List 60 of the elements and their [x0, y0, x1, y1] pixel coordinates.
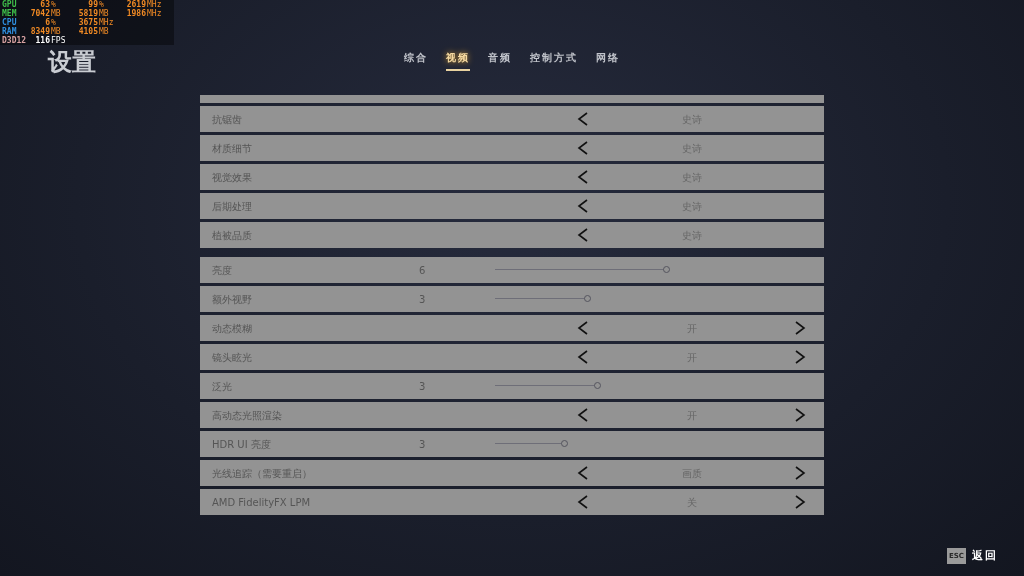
stat-value: 1986 — [125, 9, 146, 18]
setting-label: 亮度 — [212, 263, 233, 278]
chevron-right-icon[interactable] — [794, 321, 806, 335]
stat-unit: MB — [99, 27, 109, 36]
chevron-left-icon[interactable] — [577, 228, 589, 242]
setting-value: 6 — [419, 263, 427, 278]
slider-thumb[interactable] — [583, 295, 591, 302]
chevron-right-icon[interactable] — [794, 466, 806, 480]
chevron-left-icon[interactable] — [577, 408, 589, 422]
stat-value: 7042 — [29, 9, 50, 18]
slider-thumb[interactable] — [662, 266, 670, 273]
tab[interactable]: 综合 — [404, 50, 428, 71]
stat-value: 99 — [87, 0, 98, 9]
settings-row[interactable]: 亮度 6 — [200, 257, 824, 283]
chevron-left-icon[interactable] — [577, 350, 589, 364]
stat-value: 2619 — [125, 0, 146, 9]
tab[interactable]: 视频 — [446, 50, 470, 71]
tab[interactable]: 音频 — [488, 50, 512, 71]
stat-unit: % — [51, 0, 56, 9]
setting-label: AMD FidelityFX LPM — [212, 495, 312, 510]
stat-label: MEM — [2, 9, 18, 18]
setting-value: 3 — [419, 379, 427, 394]
chevron-left-icon[interactable] — [577, 199, 589, 213]
stat-value: 4105 — [77, 27, 98, 36]
chevron-left-icon[interactable] — [577, 170, 589, 184]
chevron-left-icon[interactable] — [577, 495, 589, 509]
chevron-left-icon[interactable] — [577, 141, 589, 155]
slider-thumb[interactable] — [560, 440, 568, 447]
stat-unit: MHz — [99, 18, 114, 27]
stat-label: D3D12 — [2, 36, 28, 45]
stat-unit: MB — [51, 9, 61, 18]
stat-value: 6 — [44, 18, 50, 27]
setting-value: 3 — [419, 437, 427, 452]
stat-value: 5819 — [77, 9, 98, 18]
chevron-left-icon[interactable] — [577, 112, 589, 126]
stat-label: RAM — [2, 27, 18, 36]
stat-unit: FPS — [51, 36, 66, 45]
slider-thumb[interactable] — [594, 382, 601, 389]
back-button[interactable]: 返回 — [972, 547, 998, 564]
chevron-right-icon[interactable] — [794, 495, 806, 509]
stat-value: 63 — [39, 0, 50, 9]
stat-unit: MB — [51, 27, 61, 36]
stat-label: GPU — [2, 0, 18, 9]
stat-value: 3675 — [77, 18, 98, 27]
stat-unit: MHz — [147, 9, 162, 18]
setting-value: 3 — [419, 292, 427, 307]
stat-unit: % — [51, 18, 56, 27]
page-title: 设置 — [48, 48, 96, 76]
stat-unit: MB — [99, 9, 109, 18]
chevron-left-icon[interactable] — [577, 321, 589, 335]
tab[interactable]: 网络 — [596, 50, 620, 71]
tab[interactable]: 控制方式 — [530, 50, 578, 71]
stat-label: CPU — [2, 18, 18, 27]
chevron-right-icon[interactable] — [794, 350, 806, 364]
chevron-left-icon[interactable] — [577, 466, 589, 480]
stat-unit: % — [99, 0, 104, 9]
stat-value: 116 — [34, 36, 50, 45]
chevron-right-icon[interactable] — [794, 408, 806, 422]
stat-value: 8349 — [29, 27, 50, 36]
stat-unit: MHz — [147, 0, 162, 9]
